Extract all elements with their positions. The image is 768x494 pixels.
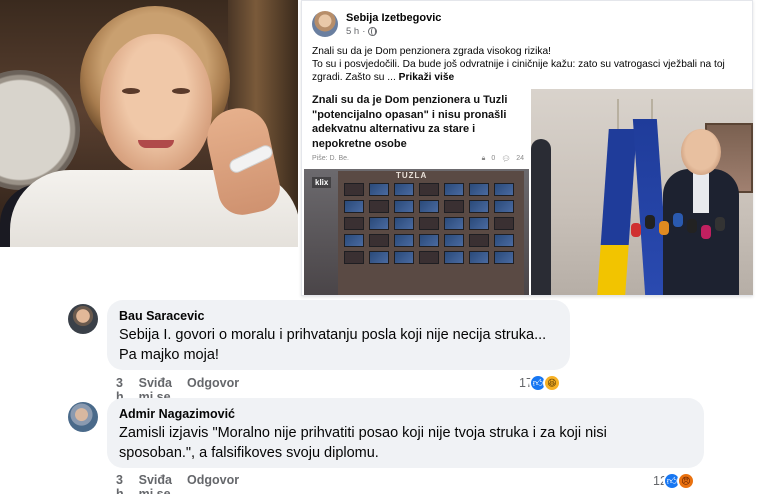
eye [172,88,190,94]
post-time[interactable]: 5 h [346,26,359,37]
article-meta: Piše: D. Be. 🔒︎ 0 💬︎ 24 [312,155,524,163]
klix-logo: klix [312,177,332,188]
post-text-line: To su i posvjedočili. Da bude još odvrat… [312,59,725,70]
avatar[interactable] [68,304,98,334]
comment-text-line: Sebija I. govori o moralu i prihvatanju … [119,327,547,343]
avatar[interactable] [68,402,98,432]
comment-bubble: Bau Saracevic Sebija I. govori o moralu … [107,300,570,370]
avatar[interactable] [312,11,338,37]
eye [122,88,140,94]
post-meta: 5 h · [346,26,378,37]
haha-icon: 😆︎ [542,374,561,392]
like-button[interactable]: Sviđa mi se [139,473,172,494]
reaction-summary[interactable]: 17 👍︎ 😆︎ [519,374,561,392]
article-byline: Piše: D. Be. [312,155,349,162]
commenter-name[interactable]: Bau Saracevic [119,308,558,325]
globe-icon [368,27,378,36]
face [100,34,212,174]
building: TUZLA [338,171,524,295]
building-photo: TUZLA klix [304,169,529,295]
like-count: 0 [491,155,496,162]
window-grid [344,183,514,264]
post-text: Znali su da je Dom penzionera zgrada vis… [312,45,744,84]
shared-post-card[interactable]: Sebija Izetbegovic 5 h · Znali su da je … [301,0,753,296]
reaction-summary[interactable]: 12 👍︎ 😠︎ [653,472,695,490]
post-text-tail: zgradi. Zašto su ... [312,72,396,83]
separator-dot: · [362,26,366,37]
press-conference-photo[interactable] [531,89,753,295]
article-screenshot[interactable]: Znali su da je Dom penzionera u Tuzli "p… [304,89,529,295]
comment-text-line: Zamisli izjavis "Moralno nije prihvatiti… [119,425,607,441]
article-title: Znali su da je Dom penzionera u Tuzli "p… [312,94,508,150]
comment-bubble: Admir Nagazimović Zamisli izjavis "Moral… [107,398,704,468]
post-author[interactable]: Sebija Izetbegovic [346,12,441,24]
comment-text-line: Pa majko moja! [119,347,219,363]
share-icon: 🔒︎ [481,155,486,162]
reply-button[interactable]: Odgovor [187,473,239,494]
comment-icon: 💬︎ [501,156,511,163]
see-more-link[interactable]: Prikaži više [399,72,455,83]
commenter-name[interactable]: Admir Nagazimović [119,406,692,423]
person-silhouette [531,139,551,295]
post-text-line: Znali su da je Dom penzionera zgrada vis… [312,46,551,57]
building-sign: TUZLA [396,171,428,180]
photo-woman-speaking [0,0,298,247]
post-text-line: zgradi. Zašto su ... Prikaži više [312,71,744,84]
mouth [138,140,174,148]
comment-actions: 3 h Sviđa mi se Odgovor [116,473,239,494]
post-header: Sebija Izetbegovic 5 h · [312,9,742,39]
microphones [627,209,747,295]
article-stats: 🔒︎ 0 💬︎ 24 [482,155,524,163]
angry-icon: 😠︎ [676,472,695,490]
comment-text-line: sposoban.", a falsifikoves svoju diplomu… [119,445,379,461]
comment-count: 24 [516,155,524,162]
comment-time[interactable]: 3 h [116,473,124,494]
